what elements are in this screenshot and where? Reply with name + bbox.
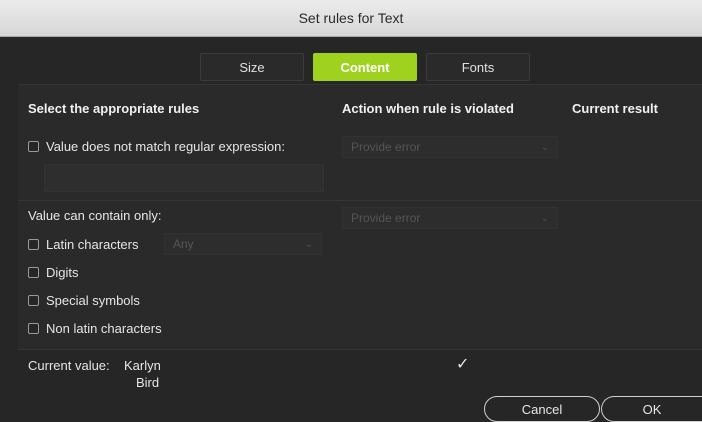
regex-rule-label: Value does not match regular expression: — [46, 139, 285, 154]
digits-label: Digits — [46, 265, 79, 280]
ok-button[interactable]: OK — [601, 396, 702, 422]
tab-content[interactable]: Content — [313, 53, 417, 81]
contain-only-action-select[interactable]: Provide error ⌄ — [342, 207, 558, 229]
chevron-down-icon: ⌄ — [540, 141, 549, 153]
current-value-line1: Karlyn — [124, 358, 161, 373]
latin-option-value: Any — [173, 237, 194, 251]
contain-only-action-value: Provide error — [351, 211, 421, 225]
latin-checkbox[interactable] — [28, 239, 39, 250]
section-divider — [18, 200, 702, 201]
non-latin-checkbox[interactable] — [28, 323, 39, 334]
non-latin-label: Non latin characters — [46, 321, 162, 336]
digits-checkbox[interactable] — [28, 267, 39, 278]
rules-column-header: Select the appropriate rules — [28, 101, 200, 116]
cancel-button[interactable]: Cancel — [484, 396, 600, 422]
title-bar: Set rules for Text — [0, 0, 702, 37]
current-value-line2: Bird — [136, 375, 160, 390]
result-column-header: Current result — [572, 101, 658, 116]
tab-fonts[interactable]: Fonts — [426, 53, 530, 81]
current-value-label: Current value: — [28, 358, 110, 373]
chevron-down-icon: ⌄ — [540, 212, 549, 224]
digits-rule-row: Digits — [28, 265, 79, 280]
latin-rule-row: Latin characters — [28, 237, 139, 252]
latin-option-select[interactable]: Any ⌄ — [164, 233, 322, 255]
regex-action-value: Provide error — [351, 140, 421, 154]
chevron-down-icon: ⌄ — [304, 238, 313, 250]
action-column-header: Action when rule is violated — [342, 101, 514, 116]
regex-input[interactable] — [44, 164, 324, 192]
tab-size[interactable]: Size — [200, 53, 304, 81]
contain-only-label: Value can contain only: — [28, 208, 162, 223]
non-latin-rule-row: Non latin characters — [28, 321, 162, 336]
regex-action-select[interactable]: Provide error ⌄ — [342, 136, 558, 158]
tab-bar: Size Content Fonts — [200, 53, 530, 81]
special-symbols-checkbox[interactable] — [28, 295, 39, 306]
special-symbols-label: Special symbols — [46, 293, 140, 308]
latin-label: Latin characters — [46, 237, 139, 252]
window-title: Set rules for Text — [298, 10, 404, 26]
special-symbols-rule-row: Special symbols — [28, 293, 140, 308]
checkmark-icon: ✓ — [456, 356, 470, 373]
regex-rule-row: Value does not match regular expression: — [28, 139, 285, 154]
regex-rule-checkbox[interactable] — [28, 141, 39, 152]
